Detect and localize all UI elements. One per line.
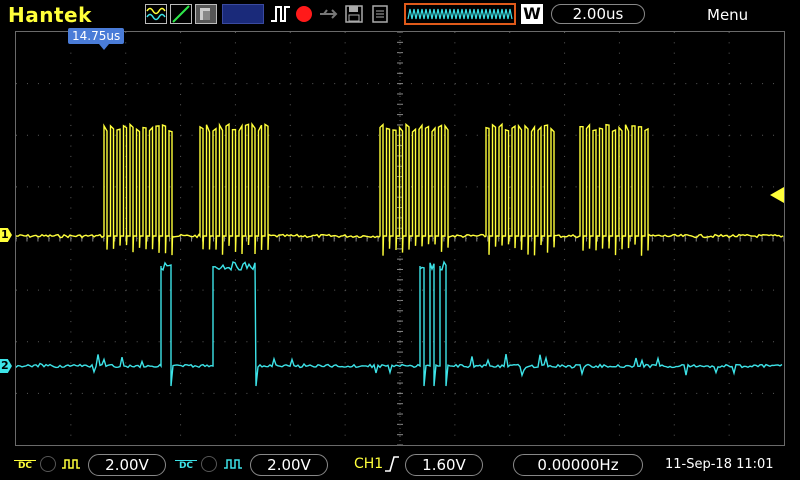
top-toolbar: Hantek W 2.00us Menu bbox=[0, 0, 800, 28]
ch1-bandwidth-limit-icon[interactable] bbox=[40, 456, 56, 472]
display-mode-icon[interactable] bbox=[145, 4, 167, 24]
ch2-waveform bbox=[16, 260, 783, 387]
trigger-level-arrow-icon[interactable] bbox=[770, 187, 784, 203]
ch2-invert-icon[interactable] bbox=[223, 456, 243, 476]
xy-mode-icon[interactable] bbox=[170, 4, 192, 24]
ch2-coupling-label: DC bbox=[178, 461, 194, 471]
pulse-trigger-icon[interactable] bbox=[270, 4, 292, 24]
timebase-value[interactable]: 2.00us bbox=[551, 4, 645, 24]
menu-button[interactable]: Menu bbox=[707, 6, 748, 24]
record-icon[interactable] bbox=[296, 6, 312, 22]
document-icon[interactable] bbox=[370, 4, 392, 24]
ch1-coupling-icon[interactable]: DC bbox=[14, 454, 36, 472]
ch2-ground-marker[interactable]: 2 bbox=[0, 359, 12, 373]
waveform-display[interactable] bbox=[15, 31, 785, 446]
ch1-volts-div[interactable]: 2.00V bbox=[88, 454, 166, 476]
frequency-counter: 0.00000Hz bbox=[513, 454, 643, 476]
date-time: 11-Sep-18 11:01 bbox=[665, 457, 774, 472]
ch1-ground-marker[interactable]: 1 bbox=[0, 228, 12, 242]
ch2-volts-div[interactable]: 2.00V bbox=[250, 454, 328, 476]
save-icon[interactable] bbox=[344, 4, 366, 24]
graticule-grid bbox=[16, 32, 784, 445]
ch2-coupling-icon[interactable]: DC bbox=[175, 454, 197, 472]
status-indicator bbox=[222, 4, 264, 24]
brand-logo: Hantek bbox=[8, 3, 92, 27]
trigger-position-tag[interactable]: 14.75us bbox=[68, 28, 125, 44]
ch2-bandwidth-limit-icon[interactable] bbox=[201, 456, 217, 472]
ch1-invert-icon[interactable] bbox=[61, 456, 81, 476]
window-mode-badge[interactable]: W bbox=[521, 4, 543, 24]
trigger-position-arrow-icon bbox=[99, 44, 109, 50]
ch1-coupling-label: DC bbox=[17, 461, 33, 471]
usb-icon bbox=[318, 4, 340, 24]
memory-waveform-overview[interactable] bbox=[404, 3, 516, 25]
trigger-source[interactable]: CH1 bbox=[354, 456, 383, 472]
rising-edge-icon[interactable] bbox=[384, 455, 400, 473]
ch1-waveform bbox=[16, 122, 784, 256]
trigger-level[interactable]: 1.60V bbox=[405, 454, 483, 476]
persistence-icon[interactable] bbox=[195, 4, 217, 24]
